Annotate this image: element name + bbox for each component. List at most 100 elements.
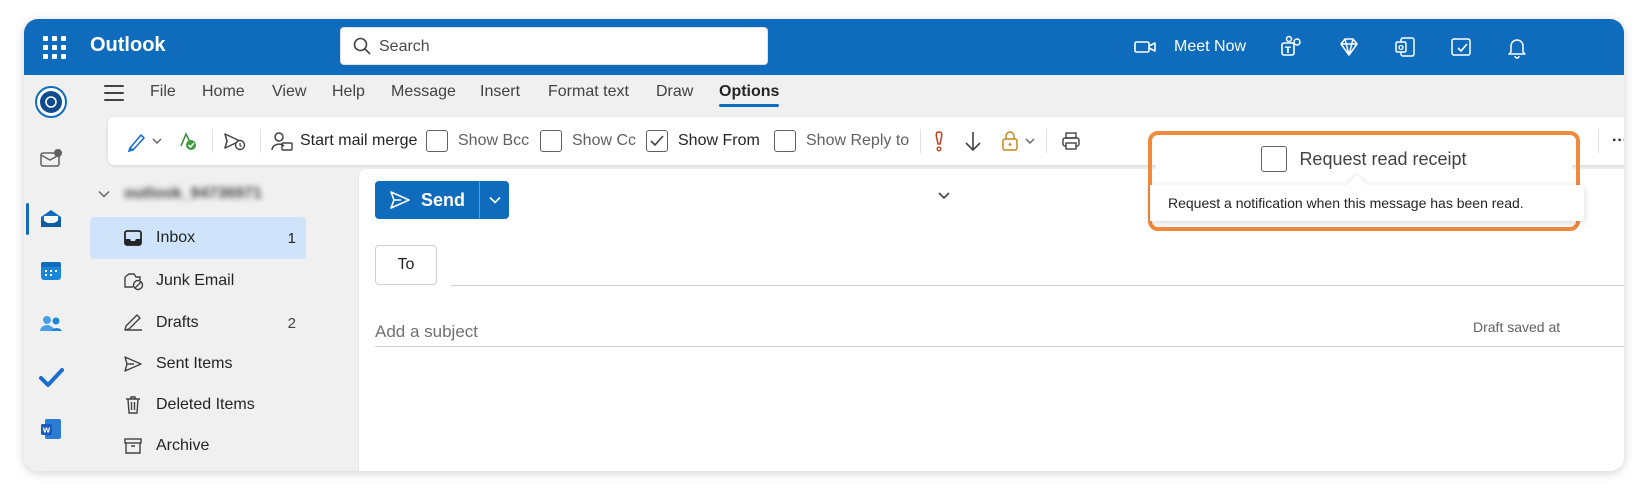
chevron-down-icon[interactable]: [937, 191, 951, 201]
mail-merge-icon: [271, 132, 293, 151]
high-importance-button[interactable]: [932, 117, 946, 165]
more-options-button[interactable]: ···: [1612, 117, 1624, 165]
send-label: Send: [420, 189, 465, 210]
to-recipients-input[interactable]: [451, 247, 1611, 283]
chevron-down-icon: [98, 191, 110, 198]
trash-icon: [126, 396, 140, 414]
folder-sent-items[interactable]: Sent Items: [90, 343, 306, 385]
folder-label: Drafts: [156, 314, 199, 331]
start-mail-merge-button[interactable]: Start mail merge: [270, 117, 417, 165]
subject-underline: [375, 346, 1624, 347]
meet-now-button[interactable]: Meet Now: [1134, 19, 1246, 75]
premium-diamond-icon[interactable]: [1336, 34, 1362, 60]
send-split-button: Send: [375, 181, 509, 219]
junk-mail-icon: [124, 273, 144, 291]
tab-message[interactable]: Message: [391, 83, 456, 101]
inbox-icon: [124, 230, 142, 246]
app-rail: W: [24, 75, 78, 471]
search-box[interactable]: Search: [340, 27, 768, 65]
folder-inbox[interactable]: Inbox 1: [90, 217, 306, 259]
send-icon: [124, 356, 142, 372]
to-button[interactable]: To: [375, 245, 437, 285]
to-field-underline: [451, 285, 1624, 286]
calendar-icon[interactable]: [37, 257, 65, 285]
todo-check-icon[interactable]: [37, 363, 65, 391]
meet-now-label: Meet Now: [1174, 38, 1247, 55]
people-icon[interactable]: [37, 310, 65, 338]
app-launcher-icon[interactable]: [38, 31, 70, 63]
tab-view[interactable]: View: [272, 83, 306, 101]
show-bcc-checkbox[interactable]: [426, 130, 448, 152]
low-importance-button[interactable]: [964, 117, 982, 165]
sensitivity-lock-button[interactable]: [1000, 117, 1035, 165]
theme-pen-button[interactable]: [126, 117, 162, 165]
tab-file[interactable]: File: [150, 83, 176, 101]
show-bcc-label: Show Bcc: [458, 132, 530, 149]
folder-drafts[interactable]: Drafts 2: [90, 302, 306, 344]
tab-home[interactable]: Home: [202, 83, 245, 101]
show-reply-to-toggle[interactable]: Show Reply to: [774, 117, 909, 165]
send-options-dropdown[interactable]: [479, 181, 509, 219]
exclamation-icon: [935, 131, 943, 152]
ribbon-tabs: File Home View Help Message Insert Forma…: [78, 75, 1624, 115]
folder-deleted-items[interactable]: Deleted Items: [90, 384, 306, 426]
tooltip-text: Request a notification when this message…: [1168, 195, 1524, 211]
tab-draw[interactable]: Draw: [656, 83, 693, 101]
folder-label: Archive: [156, 437, 210, 454]
show-from-label: Show From: [678, 132, 760, 149]
folder-junk-email[interactable]: Junk Email: [90, 260, 306, 302]
checkmark-icon: [650, 135, 664, 147]
rail-active-indicator: [26, 203, 29, 235]
show-bcc-toggle[interactable]: Show Bcc: [426, 117, 529, 165]
editor-button[interactable]: [176, 117, 198, 165]
folder-pane: outlook_94736971 Inbox 1 Junk Email Draf…: [78, 169, 358, 471]
sensitivity-button[interactable]: [222, 117, 246, 165]
svg-text:T: T: [1285, 46, 1292, 56]
hamburger-menu-icon[interactable]: [104, 85, 124, 101]
draft-status: Draft saved at: [1473, 319, 1561, 335]
search-icon: [353, 37, 371, 55]
show-reply-to-checkbox[interactable]: [774, 130, 796, 152]
request-read-receipt-checkbox[interactable]: [1261, 146, 1288, 172]
archive-icon: [124, 438, 142, 454]
unread-count: 1: [287, 229, 296, 247]
send-button[interactable]: Send: [375, 181, 479, 219]
teams-icon[interactable]: T: [1278, 34, 1304, 60]
tab-format-text[interactable]: Format text: [548, 83, 629, 101]
show-cc-toggle[interactable]: Show Cc: [540, 117, 636, 165]
top-bar: Outlook Search Meet Now T O: [24, 19, 1624, 75]
chevron-down-icon: [1025, 138, 1035, 144]
send-icon: [390, 191, 410, 209]
show-from-checkbox[interactable]: [646, 130, 668, 152]
editor-sparkle-icon: [180, 132, 196, 150]
tab-options[interactable]: Options: [719, 83, 780, 107]
office-icon[interactable]: O: [1392, 34, 1418, 60]
subject-input[interactable]: [375, 317, 1615, 347]
send-later-icon: [224, 133, 246, 151]
draft-count: 2: [287, 314, 296, 332]
word-icon[interactable]: W: [37, 415, 65, 443]
notifications-bell-icon[interactable]: [1504, 34, 1530, 60]
chevron-down-icon: [488, 196, 501, 204]
tab-insert[interactable]: Insert: [480, 83, 520, 101]
print-button[interactable]: [1060, 117, 1082, 165]
show-cc-checkbox[interactable]: [540, 130, 562, 152]
show-cc-label: Show Cc: [572, 132, 637, 149]
folder-archive[interactable]: Archive: [90, 425, 306, 467]
account-header[interactable]: outlook_94736971: [98, 185, 262, 203]
search-placeholder: Search: [379, 38, 430, 55]
new-mail-icon[interactable]: [37, 145, 65, 173]
my-day-icon[interactable]: [1448, 34, 1474, 60]
svg-text:W: W: [43, 427, 51, 435]
video-camera-icon: [1134, 41, 1156, 53]
request-read-receipt-toggle[interactable]: Request read receipt: [1156, 139, 1572, 179]
folder-label: Junk Email: [156, 272, 235, 289]
folder-label: Inbox: [156, 229, 196, 246]
printer-icon: [1062, 132, 1080, 150]
copilot-icon[interactable]: [34, 85, 68, 119]
tab-help[interactable]: Help: [332, 83, 365, 101]
show-from-toggle[interactable]: Show From: [646, 117, 760, 165]
mail-icon[interactable]: [37, 205, 65, 233]
show-reply-to-label: Show Reply to: [806, 132, 910, 149]
request-read-receipt-label: Request read receipt: [1299, 148, 1467, 169]
